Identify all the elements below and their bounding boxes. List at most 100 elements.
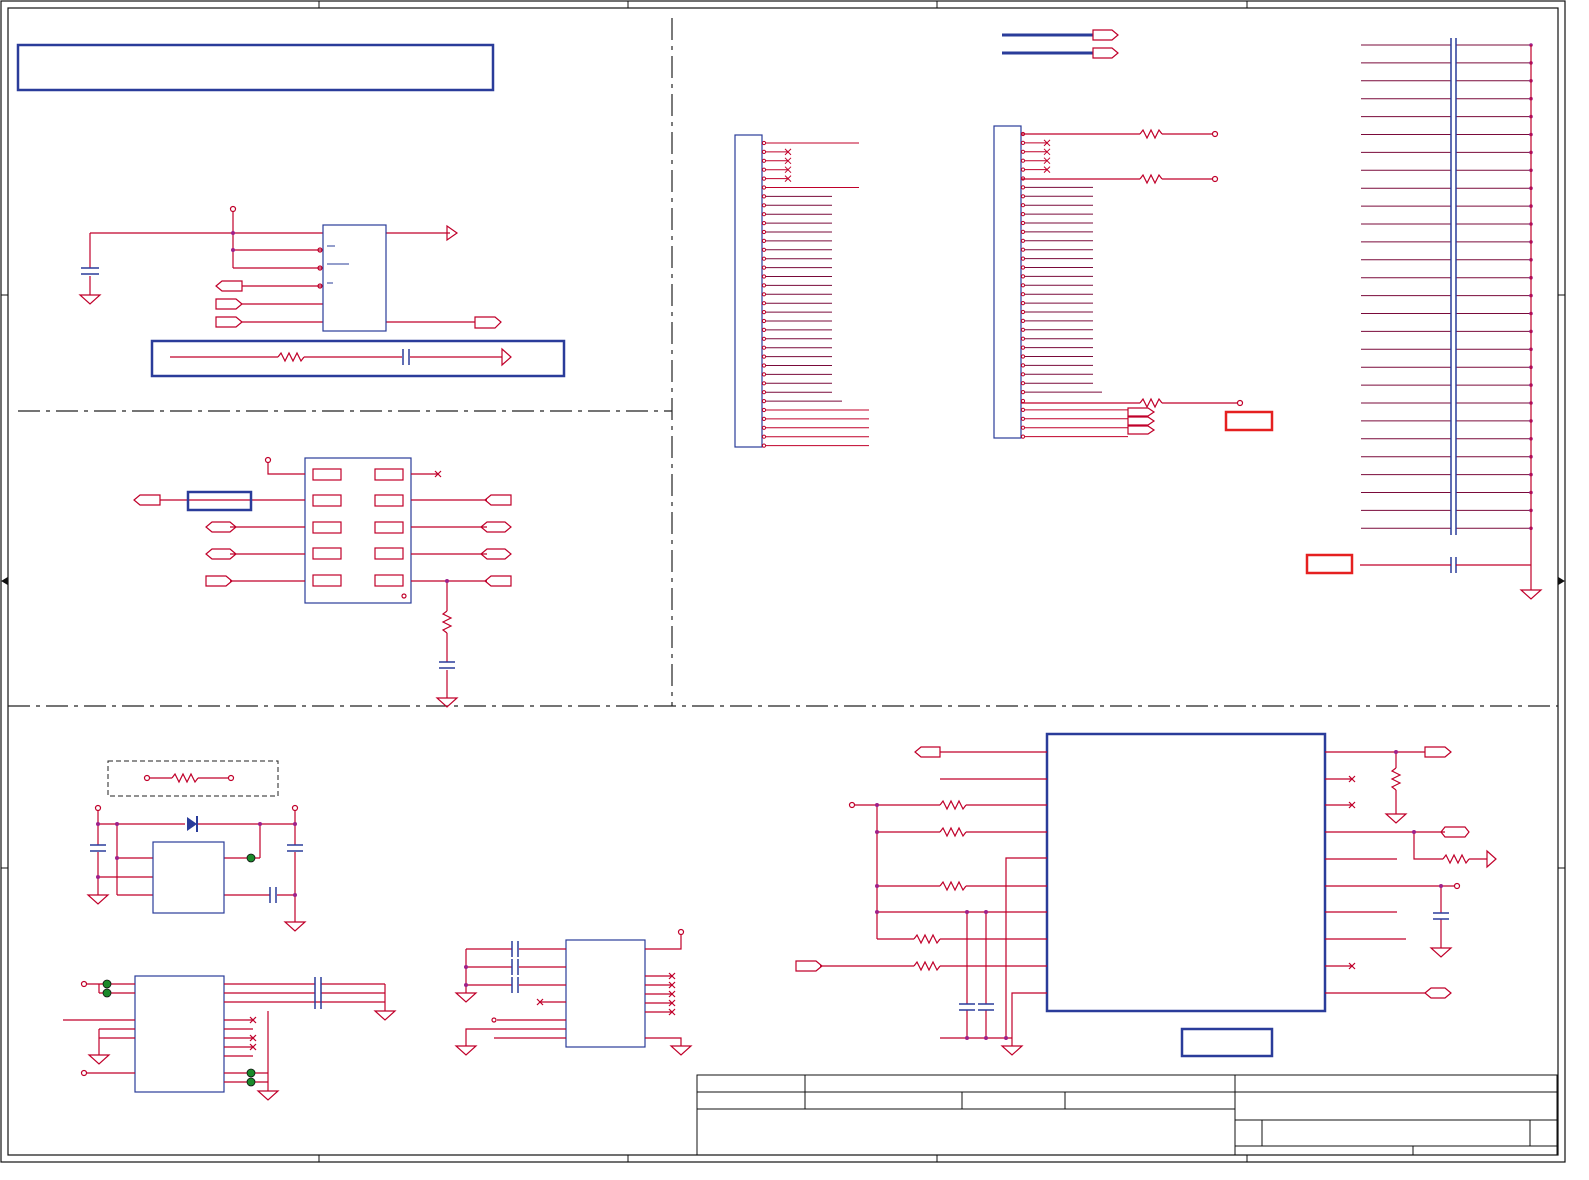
ground-icon — [1519, 589, 1543, 600]
connector-pin — [761, 212, 767, 217]
connector-pin — [1020, 416, 1026, 421]
diode-icon — [187, 817, 197, 831]
section-connectors — [734, 29, 1274, 448]
test-point-icon — [102, 988, 112, 998]
connector-j2-pins — [1020, 131, 1128, 439]
ground-icon — [78, 294, 102, 305]
connector-pin — [761, 247, 767, 252]
connector-pin — [1020, 425, 1026, 430]
power-flag-icon — [291, 804, 299, 812]
connector-pin — [1020, 301, 1026, 306]
offpage-connector-icon — [215, 316, 243, 328]
offpage-connector-icon — [795, 960, 823, 972]
connector-pin — [761, 399, 767, 404]
connector-pin — [1020, 363, 1026, 368]
connector-pin — [1020, 372, 1026, 377]
connector-pin — [761, 194, 767, 199]
connector-pin — [761, 140, 767, 146]
ldo-ic — [152, 841, 225, 914]
offpage-connector-icon — [501, 347, 512, 367]
test-point-icon — [1236, 399, 1244, 407]
connector-pin — [1020, 247, 1026, 252]
highlight-box — [1305, 553, 1354, 575]
resistor-icon — [1139, 397, 1163, 409]
connector-pin — [761, 292, 767, 297]
connector-pin — [1020, 229, 1026, 234]
resistor-icon — [441, 610, 453, 634]
offpage-connector-icon — [205, 575, 233, 587]
shifter-ic — [134, 975, 225, 1093]
connector-pin — [1020, 212, 1026, 217]
connector-pin — [1020, 345, 1026, 350]
power-flag-icon — [229, 205, 237, 213]
ground-icon — [1384, 813, 1408, 824]
connector-pin — [1020, 407, 1026, 412]
connector-j1-body — [734, 134, 763, 448]
connector-j2-body — [993, 125, 1022, 439]
offpage-connector-icon — [1092, 29, 1119, 41]
ground-icon — [1000, 1045, 1024, 1056]
regulator-ic — [322, 224, 387, 332]
connector-pin — [761, 407, 767, 413]
test-point-icon — [1211, 130, 1219, 138]
section-regulator — [78, 205, 566, 378]
resistor-icon — [1390, 767, 1402, 791]
power-flag-icon — [94, 804, 102, 812]
connector-pin — [1020, 158, 1026, 163]
connector-pin — [761, 149, 767, 154]
connector-pin — [1020, 309, 1026, 315]
test-point-icon — [102, 979, 112, 989]
connector-pin — [761, 363, 767, 368]
highlight-box — [1224, 410, 1274, 432]
offpage-connector-icon — [215, 298, 243, 310]
connector-pin — [761, 229, 767, 235]
offpage-connector-icon — [484, 575, 512, 587]
offpage-connector-icon — [1424, 987, 1452, 999]
offpage-connector-icon — [133, 494, 161, 506]
ground-icon — [86, 894, 110, 905]
connector-pin — [761, 425, 767, 430]
connector-pin — [761, 443, 767, 448]
notes-box — [16, 43, 495, 92]
ground-icon — [1429, 947, 1453, 958]
offpage-connector-icon — [1127, 407, 1156, 417]
eeprom-ic — [565, 939, 646, 1048]
section-eeprom — [454, 928, 693, 1056]
connector-pin — [761, 265, 767, 270]
offpage-connector-icon — [474, 316, 502, 329]
connector-pin — [1020, 265, 1026, 270]
ground-icon — [373, 1010, 397, 1021]
ground-icon — [256, 1090, 280, 1101]
connector-pin — [761, 176, 767, 181]
connector-pin — [1020, 167, 1026, 172]
connector-pin — [761, 238, 767, 243]
offpage-connector-icon — [484, 494, 512, 506]
connector-pin — [1020, 203, 1026, 208]
ground-icon — [454, 1045, 478, 1056]
offpage-connector-icon — [1424, 746, 1452, 758]
connector-pin — [761, 274, 767, 279]
main-ic-body — [1045, 732, 1327, 1013]
power-flag-icon — [264, 456, 272, 464]
test-point-icon — [246, 1077, 256, 1087]
part-label-box — [1180, 1027, 1274, 1058]
connector-pin — [761, 221, 767, 226]
connector-pin — [1020, 398, 1026, 404]
connector-pin — [1020, 220, 1026, 226]
resistor-icon — [913, 960, 941, 972]
connector-pin — [1020, 318, 1026, 323]
connector-pin — [761, 434, 767, 439]
connector-pin — [1020, 336, 1026, 341]
resistor-icon — [939, 799, 967, 811]
offpage-connector-icon — [1092, 47, 1119, 59]
connector-pin — [761, 310, 767, 315]
connector-pin — [761, 381, 767, 386]
connector-pin — [761, 203, 767, 208]
resistor-icon — [939, 880, 967, 892]
connector-pin — [1020, 194, 1026, 199]
offpage-connector-icon — [1486, 849, 1497, 869]
power-flag-icon — [1453, 882, 1461, 890]
resistor-icon — [277, 351, 305, 363]
connector-j1-pins — [761, 140, 869, 448]
schematic-sheet — [0, 0, 1566, 1163]
